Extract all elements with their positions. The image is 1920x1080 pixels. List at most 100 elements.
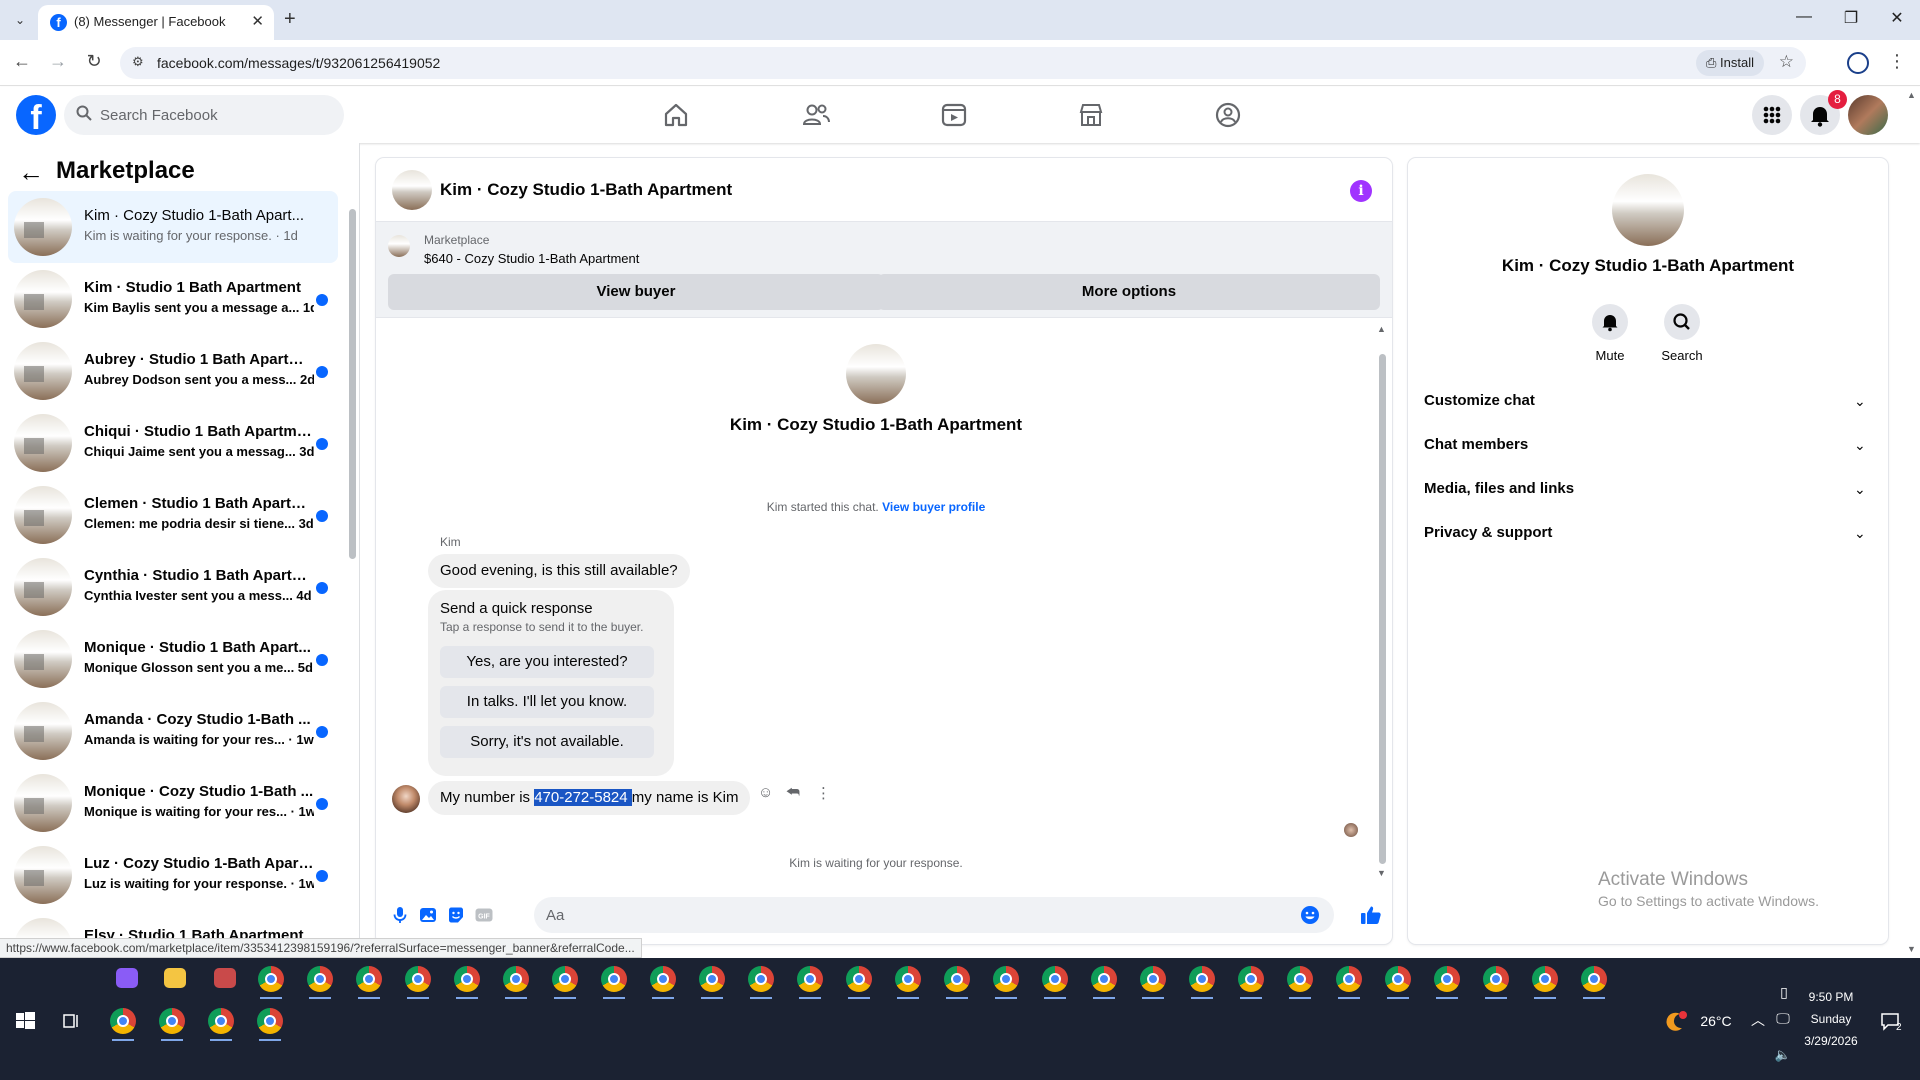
chrome-window-icon[interactable]: [305, 964, 335, 999]
temperature[interactable]: 26°C: [1694, 1013, 1738, 1029]
new-tab-plus-icon[interactable]: +: [284, 8, 296, 31]
chrome-window-icon[interactable]: [1432, 964, 1462, 999]
thumbs-up-icon[interactable]: [1360, 905, 1382, 925]
chrome-window-icon[interactable]: [1089, 964, 1119, 999]
chrome-window-icon[interactable]: [403, 964, 433, 999]
tablet-mode-icon[interactable]: ▯: [1772, 984, 1796, 1001]
mute-button[interactable]: Mute: [1580, 304, 1640, 363]
chat-avatar[interactable]: [392, 170, 432, 210]
chat-title[interactable]: Kim · Cozy Studio 1-Bath Apartment: [440, 180, 732, 200]
chrome-window-icon[interactable]: [256, 964, 286, 999]
volume-icon[interactable]: 🔈: [1772, 1047, 1794, 1063]
chrome-window-icon[interactable]: [648, 964, 678, 999]
page-scroll-up-icon[interactable]: ▲: [1907, 90, 1916, 100]
chrome-window-icon[interactable]: [354, 964, 384, 999]
sender-avatar[interactable]: [392, 785, 420, 813]
page-scroll-down-icon[interactable]: ▼: [1907, 944, 1916, 954]
clock-time[interactable]: 9:50 PM: [1800, 990, 1862, 1004]
network-icon[interactable]: 🖵: [1772, 1010, 1794, 1027]
more-actions-icon[interactable]: ⋮: [816, 784, 831, 802]
tab-search-chevron-icon[interactable]: ⌄: [10, 10, 30, 30]
media-files-links-row[interactable]: Media, files and links ⌄: [1408, 468, 1888, 512]
chrome-window-icon[interactable]: [1481, 964, 1511, 999]
install-button[interactable]: ⎙ Install: [1696, 50, 1764, 76]
chrome-window-icon[interactable]: [697, 964, 727, 999]
quick-response-yes[interactable]: Yes, are you interested?: [440, 646, 654, 678]
chrome-window-icon[interactable]: [501, 964, 531, 999]
marketplace-banner[interactable]: Marketplace $640 - Cozy Studio 1-Bath Ap…: [376, 222, 1392, 318]
account-avatar[interactable]: [1848, 95, 1888, 135]
chrome-window-icon[interactable]: [844, 964, 874, 999]
friends-icon[interactable]: [796, 95, 836, 135]
info-icon[interactable]: i: [1350, 180, 1372, 202]
copilot-icon[interactable]: [112, 964, 142, 994]
chrome-window-icon[interactable]: [942, 964, 972, 999]
more-options-button[interactable]: More options: [878, 274, 1380, 310]
scroll-down-arrow-icon[interactable]: ▼: [1377, 868, 1386, 878]
quick-response-sorry[interactable]: Sorry, it's not available.: [440, 726, 654, 758]
chrome-window-icon[interactable]: [255, 1006, 285, 1041]
search-chat-button[interactable]: Search: [1652, 304, 1712, 363]
chrome-window-icon[interactable]: [991, 964, 1021, 999]
chat-list-item[interactable]: Monique · Cozy Studio 1-Bath ... Monique …: [8, 767, 338, 839]
message-bubble[interactable]: My number is 470-272-5824 my name is Kim: [428, 781, 751, 815]
view-buyer-button[interactable]: View buyer: [388, 274, 884, 310]
chrome-window-icon[interactable]: [1187, 964, 1217, 999]
action-center-icon[interactable]: 2: [1875, 1006, 1905, 1036]
minimize-icon[interactable]: —: [1789, 8, 1819, 26]
show-hidden-icons-icon[interactable]: ︿: [1748, 1010, 1768, 1030]
reply-icon[interactable]: ⮪: [786, 784, 800, 801]
view-buyer-profile-link[interactable]: View buyer profile: [882, 500, 985, 514]
site-info-icon[interactable]: ⚙: [132, 54, 144, 70]
windows-start-icon[interactable]: [10, 1006, 40, 1036]
emoji-icon[interactable]: [1300, 905, 1320, 925]
message-input[interactable]: [534, 897, 1334, 933]
message-bubble[interactable]: Good evening, is this still available?: [428, 554, 690, 588]
chat-list-item[interactable]: Amanda · Cozy Studio 1-Bath ... Amanda is…: [8, 695, 338, 767]
chat-members-row[interactable]: Chat members ⌄: [1408, 424, 1888, 468]
facebook-logo-icon[interactable]: f: [16, 95, 56, 135]
window-close-icon[interactable]: ✕: [1882, 8, 1912, 28]
browser-menu-icon[interactable]: ⋮: [1888, 51, 1906, 72]
selected-phone-number[interactable]: 470-272-5824: [534, 789, 632, 806]
marketplace-icon[interactable]: [1071, 95, 1111, 135]
chat-list-item[interactable]: Clemen · Studio 1 Bath Apartm... Clemen: …: [8, 479, 338, 551]
chrome-window-icon[interactable]: [795, 964, 825, 999]
chrome-window-icon[interactable]: [1236, 964, 1266, 999]
chrome-window-icon[interactable]: [746, 964, 776, 999]
app-icon[interactable]: [210, 964, 240, 994]
chrome-window-icon[interactable]: [1383, 964, 1413, 999]
task-view-icon[interactable]: [56, 1006, 86, 1036]
react-emoji-icon[interactable]: ☺: [758, 784, 773, 801]
menu-grid-button[interactable]: [1752, 95, 1792, 135]
chat-list-item[interactable]: Luz · Cozy Studio 1-Bath Apart... Luz is …: [8, 839, 338, 911]
chrome-window-icon[interactable]: [1138, 964, 1168, 999]
chrome-window-icon[interactable]: [893, 964, 923, 999]
search-input[interactable]: [100, 95, 330, 135]
home-icon[interactable]: [656, 95, 696, 135]
chrome-window-icon[interactable]: [550, 964, 580, 999]
url-text[interactable]: facebook.com/messages/t/932061256419052: [157, 55, 440, 71]
chrome-window-icon[interactable]: [206, 1006, 236, 1041]
tab-close-icon[interactable]: ✕: [251, 12, 264, 30]
omnibox[interactable]: ⚙ facebook.com/messages/t/93206125641905…: [120, 47, 1806, 79]
chrome-window-icon[interactable]: [108, 1006, 138, 1041]
restore-icon[interactable]: ❐: [1836, 8, 1866, 28]
chat-list-item[interactable]: Cynthia · Studio 1 Bath Apartm... Cynthia…: [8, 551, 338, 623]
chat-list-item[interactable]: Chiqui · Studio 1 Bath Apartme... Chiqui …: [8, 407, 338, 479]
back-arrow-icon[interactable]: ←: [18, 157, 44, 188]
chat-scrollbar[interactable]: [1379, 354, 1386, 864]
quick-response-in-talks[interactable]: In talks. I'll let you know.: [440, 686, 654, 718]
chat-list-item[interactable]: Aubrey · Studio 1 Bath Apartm... Aubrey D…: [8, 335, 338, 407]
gif-icon[interactable]: GIF: [474, 905, 494, 925]
sticker-icon[interactable]: [446, 905, 466, 925]
chat-list-item[interactable]: Kim · Studio 1 Bath Apartment Kim Baylis …: [8, 263, 338, 335]
clock-day[interactable]: Sunday: [1800, 1012, 1862, 1026]
chrome-window-icon[interactable]: [157, 1006, 187, 1041]
gaming-icon[interactable]: [1208, 95, 1248, 135]
microphone-icon[interactable]: [390, 905, 410, 925]
weather-icon[interactable]: [1660, 1006, 1690, 1036]
privacy-support-row[interactable]: Privacy & support ⌄: [1408, 512, 1888, 556]
chrome-window-icon[interactable]: [1334, 964, 1364, 999]
back-arrow-icon[interactable]: ←: [10, 51, 34, 72]
